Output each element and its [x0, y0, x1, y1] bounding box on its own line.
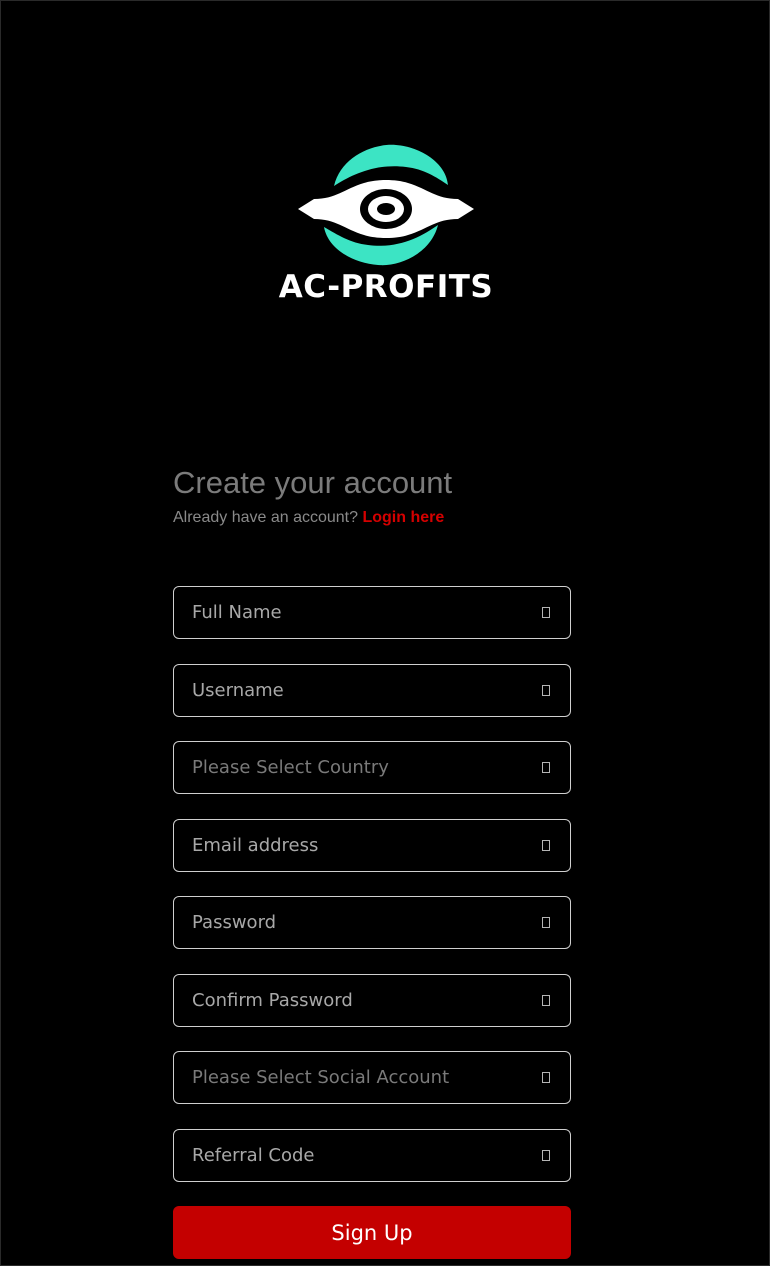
tag-icon: [542, 1149, 550, 1161]
full-name-input[interactable]: [192, 587, 522, 638]
user-icon: [542, 684, 550, 696]
brand-logo: AC-PROFITS: [1, 141, 770, 311]
referral-code-input[interactable]: [192, 1129, 522, 1181]
referral-code-field: [173, 1128, 571, 1182]
login-prompt: Already have an account? Login here: [173, 507, 571, 529]
full-name-field: [173, 586, 571, 639]
social-account-select[interactable]: Please Select Social Account: [173, 1051, 571, 1104]
login-link[interactable]: Login here: [362, 509, 444, 526]
username-input[interactable]: [192, 664, 522, 716]
share-icon: [542, 1072, 550, 1083]
country-select-text: Please Select Country: [192, 757, 389, 778]
brand-name: AC-PROFITS: [278, 269, 494, 305]
page-title: Create your account: [173, 465, 453, 500]
sign-up-button[interactable]: Sign Up: [173, 1206, 571, 1259]
email-input[interactable]: [192, 819, 522, 871]
confirm-password-field: [173, 973, 571, 1027]
eye-logo-icon: [298, 144, 474, 266]
username-field: [173, 663, 571, 717]
email-field: [173, 818, 571, 872]
confirm-password-input[interactable]: [192, 974, 522, 1026]
country-select[interactable]: Please Select Country: [173, 741, 571, 794]
globe-icon: [542, 762, 550, 773]
password-input[interactable]: [192, 897, 522, 948]
social-account-select-text: Please Select Social Account: [192, 1067, 450, 1088]
password-field: [173, 896, 571, 949]
lock-icon: [542, 994, 550, 1006]
envelope-icon: [542, 839, 550, 851]
user-icon: [542, 607, 550, 618]
login-prompt-text: Already have an account?: [173, 509, 359, 526]
signup-form: Create your account Already have an acco…: [173, 463, 571, 1259]
lock-icon: [542, 917, 550, 928]
